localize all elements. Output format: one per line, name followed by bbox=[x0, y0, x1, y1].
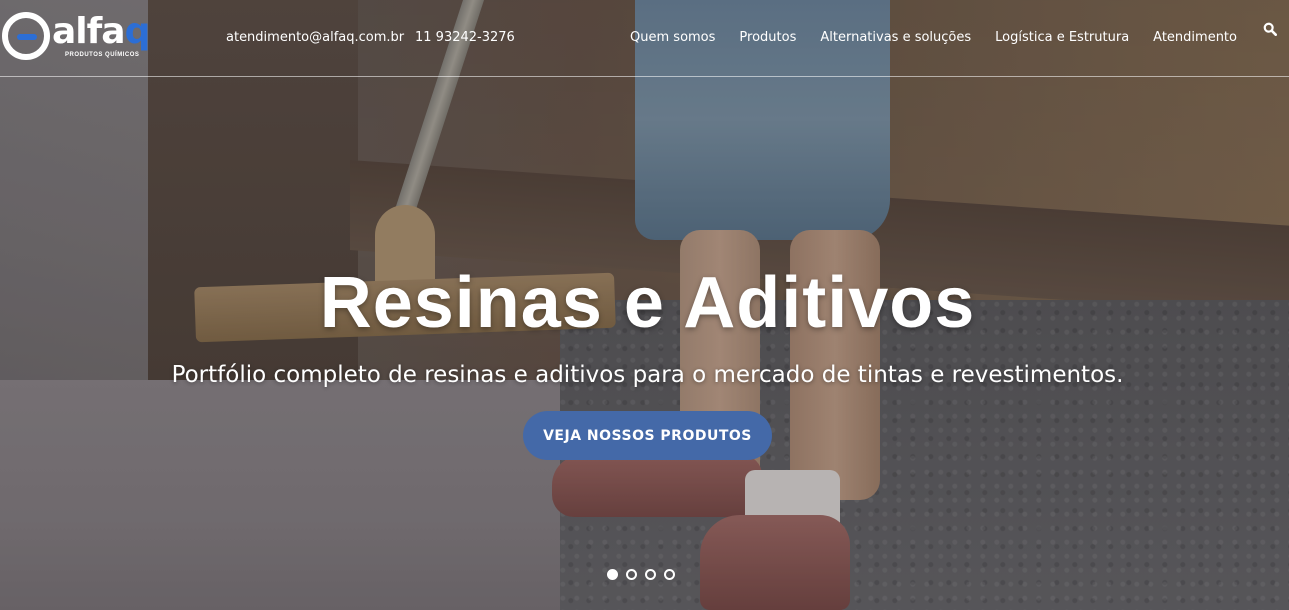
contact-phone-link[interactable]: 11 93242-3276 bbox=[415, 30, 515, 45]
slider-dot-3[interactable] bbox=[645, 569, 656, 580]
logo-tagline: PRODUTOS QUÍMICOS bbox=[65, 52, 140, 58]
nav-item-produtos[interactable]: Produtos bbox=[739, 30, 796, 45]
logo-wordmark-accent: q bbox=[124, 11, 151, 52]
slider-pagination bbox=[607, 569, 675, 580]
nav-item-quem-somos[interactable]: Quem somos bbox=[630, 30, 715, 45]
nav-item-logistica-e-estrutura[interactable]: Logística e Estrutura bbox=[995, 30, 1129, 45]
view-products-button[interactable]: VEJA NOSSOS PRODUTOS bbox=[523, 411, 772, 460]
nav-item-alternativas-e-solucoes[interactable]: Alternativas e soluções bbox=[820, 30, 971, 45]
logo-wordmark-main: alfa bbox=[52, 11, 126, 52]
contact-email-link[interactable]: atendimento@alfaq.com.br bbox=[226, 30, 404, 45]
slider-dot-1[interactable] bbox=[607, 569, 618, 580]
hero-subtitle: Portfólio completo de resinas e aditivos… bbox=[171, 362, 1124, 388]
search-icon bbox=[1263, 22, 1277, 36]
hero-title: Resinas e Aditivos bbox=[319, 263, 976, 343]
site-header: alfaq PRODUTOS QUÍMICOS atendimento@alfa… bbox=[0, 0, 1289, 77]
slider-dot-2[interactable] bbox=[626, 569, 637, 580]
hero-slider: alfaq PRODUTOS QUÍMICOS atendimento@alfa… bbox=[0, 0, 1289, 610]
site-logo[interactable]: alfaq PRODUTOS QUÍMICOS bbox=[2, 12, 152, 64]
slider-dot-4[interactable] bbox=[664, 569, 675, 580]
logo-wordmark: alfaq bbox=[52, 11, 151, 52]
nav-item-atendimento[interactable]: Atendimento bbox=[1153, 30, 1237, 45]
logo-mark-icon bbox=[2, 12, 50, 60]
main-nav: Quem somos Produtos Alternativas e soluç… bbox=[630, 30, 1237, 45]
search-button[interactable] bbox=[1263, 22, 1281, 40]
